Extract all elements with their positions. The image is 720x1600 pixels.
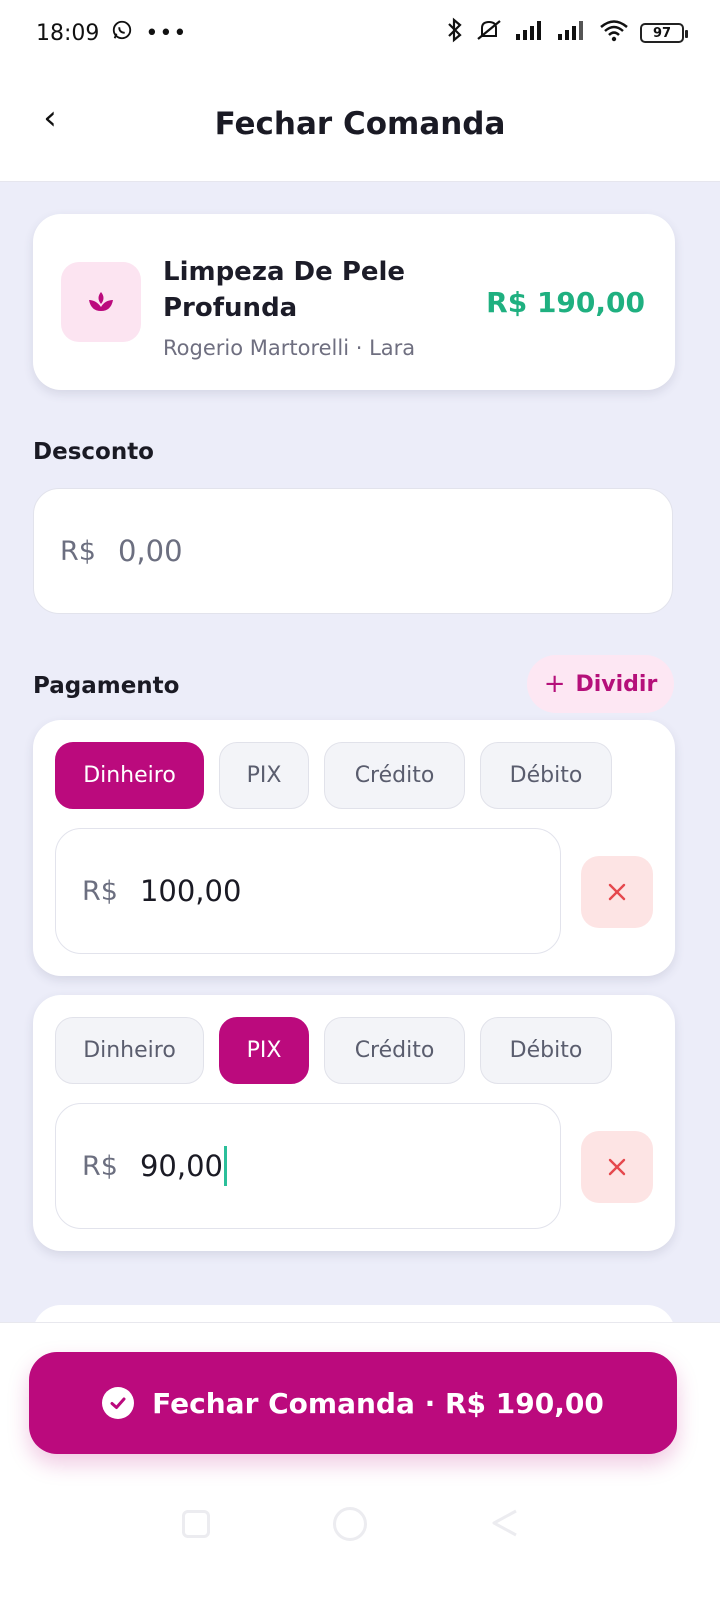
check-circle-icon [102, 1387, 135, 1419]
lotus-icon [61, 262, 141, 342]
close-icon [608, 1158, 626, 1176]
text-cursor [223, 1146, 227, 1186]
battery-indicator: 97 [640, 23, 688, 43]
service-name: Limpeza De Pele Profunda [163, 257, 406, 323]
method-chip-pix[interactable]: PIX [219, 742, 309, 809]
split-payment-button[interactable]: + Dividir [527, 655, 674, 713]
payment-label: Pagamento [33, 673, 180, 699]
service-price: R$ 190,00 [486, 286, 645, 319]
close-order-label: Fechar Comanda · R$ 190,00 [152, 1386, 604, 1420]
method-chip-debito[interactable]: Débito [480, 742, 612, 809]
more-notifications-icon: ••• [145, 20, 188, 46]
close-order-button[interactable]: Fechar Comanda · R$ 190,00 [29, 1352, 677, 1454]
chevron-left-icon: ‹ [43, 98, 57, 138]
service-card: Limpeza De Pele Profunda Rogerio Martore… [33, 214, 675, 390]
system-navigation-bar [0, 1505, 720, 1555]
mute-icon [474, 17, 504, 49]
payment-currency: R$ [82, 875, 118, 907]
back-nav-button[interactable] [490, 1508, 520, 1538]
method-chip-pix[interactable]: PIX [219, 1017, 309, 1084]
discount-currency: R$ [60, 535, 96, 567]
payment-entry: Dinheiro PIX Crédito Débito R$ 90,00 [33, 995, 675, 1251]
payment-method-selector: Dinheiro PIX Crédito Débito [55, 742, 612, 809]
payment-method-selector: Dinheiro PIX Crédito Débito [55, 1017, 612, 1084]
method-chip-credito[interactable]: Crédito [324, 1017, 465, 1084]
payment-amount-input[interactable]: R$ 90,00 [55, 1103, 561, 1229]
home-button[interactable] [333, 1507, 367, 1541]
split-payment-label: Dividir [575, 671, 658, 697]
app-header: ‹ Fechar Comanda [0, 66, 720, 182]
discount-placeholder: 0,00 [117, 534, 183, 568]
close-icon [608, 883, 626, 901]
wifi-icon [598, 17, 630, 49]
discount-label: Desconto [33, 439, 154, 465]
signal-2-icon [556, 18, 588, 48]
page-title: Fechar Comanda [214, 105, 506, 142]
back-button[interactable]: ‹ [30, 98, 70, 138]
payment-amount-input[interactable]: R$ 100,00 [55, 828, 561, 954]
payment-amount-value: 90,00 [139, 1149, 223, 1183]
payment-amount-value: 100,00 [139, 874, 242, 908]
remove-payment-button[interactable] [581, 1131, 653, 1203]
bluetooth-icon [446, 17, 464, 49]
method-chip-credito[interactable]: Crédito [324, 742, 465, 809]
remove-payment-button[interactable] [581, 856, 653, 928]
recents-button[interactable] [182, 1510, 210, 1538]
payment-currency: R$ [82, 1150, 118, 1182]
method-chip-dinheiro[interactable]: Dinheiro [55, 742, 204, 809]
status-time: 18:09 [36, 20, 100, 46]
service-professional: Rogerio Martorelli · Lara [163, 336, 416, 360]
discount-input[interactable]: R$ 0,00 [33, 488, 673, 614]
method-chip-dinheiro[interactable]: Dinheiro [55, 1017, 204, 1084]
method-chip-debito[interactable]: Débito [480, 1017, 612, 1084]
plus-icon: + [543, 669, 566, 699]
whatsapp-icon [111, 19, 133, 47]
status-bar: 18:09 ••• 97 [0, 0, 720, 66]
signal-1-icon [514, 18, 546, 48]
payment-entry: Dinheiro PIX Crédito Débito R$ 100,00 [33, 720, 675, 976]
